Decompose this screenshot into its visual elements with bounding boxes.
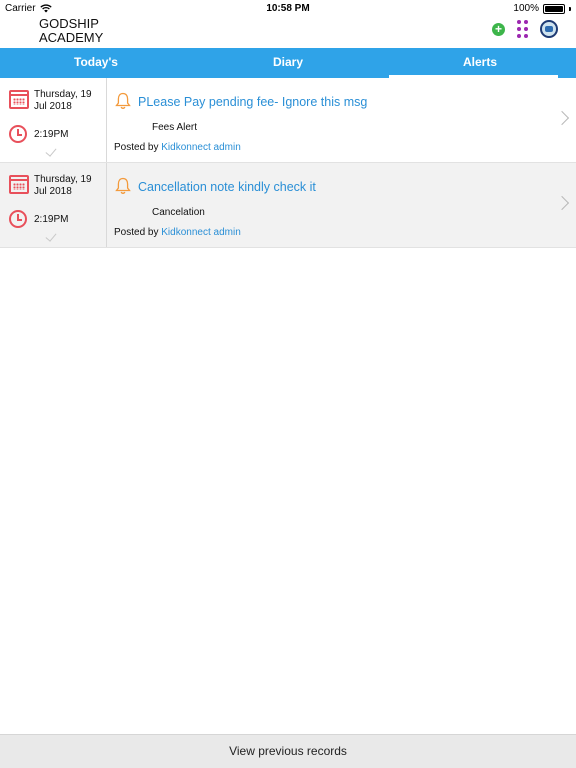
alert-time: 2:19PM [34, 129, 69, 140]
view-previous-records-button[interactable]: View previous records [0, 734, 576, 768]
alerts-list: Thursday, 19 Jul 2018 2:19PM PLease Pay … [0, 78, 576, 248]
posted-by-label: Posted by [114, 227, 159, 238]
read-check-icon [45, 145, 57, 157]
tab-alerts[interactable]: Alerts [384, 48, 576, 78]
alert-time: 2:19PM [34, 214, 69, 225]
posted-by: Posted by Kidkonnect admin [114, 227, 241, 238]
alert-date: Thursday, 19 Jul 2018 [34, 89, 92, 112]
alert-row[interactable]: Thursday, 19 Jul 2018 2:19PM PLease Pay … [0, 78, 576, 163]
plus-icon[interactable]: + [492, 22, 505, 36]
app-header: GODSHIP ACADEMY + [0, 16, 576, 48]
alert-category: Cancelation [152, 207, 205, 218]
alert-meta: Thursday, 19 Jul 2018 2:19PM [0, 78, 107, 162]
alert-category: Fees Alert [152, 122, 198, 133]
calendar-icon [9, 175, 29, 194]
battery-icon [543, 3, 565, 14]
alert-meta: Thursday, 19 Jul 2018 2:19PM [0, 163, 107, 247]
chevron-right-icon[interactable] [554, 195, 570, 211]
battery-info: 100% [513, 3, 571, 14]
alert-date: Thursday, 19 Jul 2018 [34, 174, 92, 197]
alert-title[interactable]: Cancellation note kindly check it [138, 180, 316, 194]
status-bar: Carrier 10:58 PM 100% [0, 0, 576, 16]
chevron-right-icon[interactable] [554, 110, 570, 126]
school-crest-icon[interactable] [540, 20, 558, 38]
bell-icon [115, 92, 131, 109]
author-name: Kidkonnect admin [161, 142, 241, 153]
alert-row[interactable]: Thursday, 19 Jul 2018 2:19PM Cancellatio… [0, 163, 576, 248]
tab-diary[interactable]: Diary [192, 48, 384, 78]
clock-time: 10:58 PM [266, 3, 310, 14]
posted-by-label: Posted by [114, 142, 159, 153]
tab-todays[interactable]: Today's [0, 48, 192, 78]
alarm-clock-icon [9, 210, 27, 228]
posted-by: Posted by Kidkonnect admin [114, 142, 241, 153]
bell-icon [115, 177, 131, 194]
calendar-icon [9, 90, 29, 109]
tab-bar: Today's Diary Alerts [0, 48, 576, 78]
school-name: GODSHIP ACADEMY [39, 16, 104, 45]
apps-grid-icon[interactable] [517, 20, 528, 38]
read-check-icon [45, 230, 57, 242]
author-name: Kidkonnect admin [161, 227, 241, 238]
alarm-clock-icon [9, 125, 27, 143]
alert-title[interactable]: PLease Pay pending fee- Ignore this msg [138, 95, 367, 109]
battery-percent: 100% [513, 3, 539, 14]
